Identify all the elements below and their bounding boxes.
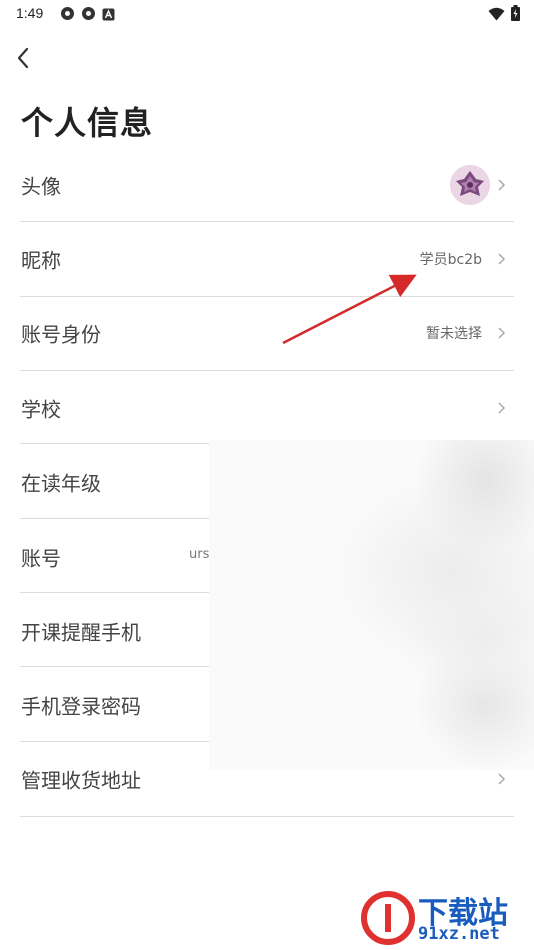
divider xyxy=(20,443,209,444)
blurred-region xyxy=(209,440,534,770)
row-avatar[interactable]: 头像 xyxy=(20,148,514,223)
status-time: 1:49 xyxy=(16,5,44,21)
row-nickname[interactable]: 昵称 学员bc2b xyxy=(20,222,514,297)
divider xyxy=(20,592,209,593)
app-icon-1 xyxy=(60,6,75,21)
page-title: 个人信息 xyxy=(21,104,154,142)
row-account-identity[interactable]: 账号身份 暂未选择 xyxy=(20,297,514,371)
identity-value: 暂未选择 xyxy=(426,326,482,343)
status-left-icons xyxy=(60,6,117,21)
watermark-domain: 91xz.net xyxy=(418,924,500,944)
battery-icon xyxy=(511,5,520,25)
avatar[interactable] xyxy=(450,164,490,205)
chevron-right-icon xyxy=(498,773,506,785)
row-label: 手机登录密码 xyxy=(21,694,141,719)
status-bar: 1:49 xyxy=(0,0,534,28)
row-label: 学校 xyxy=(21,397,61,422)
notification-icon xyxy=(102,6,117,21)
app-icon-2 xyxy=(81,6,96,21)
wifi-icon xyxy=(488,6,505,25)
status-right-icons xyxy=(488,5,520,25)
watermark-logo-icon xyxy=(361,891,415,945)
row-label: 昵称 xyxy=(21,248,61,273)
chevron-right-icon xyxy=(498,327,506,339)
row-school[interactable]: 学校 xyxy=(20,371,514,445)
row-label: 账号身份 xyxy=(21,322,101,347)
row-label: 在读年级 xyxy=(21,471,101,496)
chevron-right-icon xyxy=(498,402,506,414)
divider xyxy=(20,518,209,519)
row-label: 头像 xyxy=(21,174,61,199)
nickname-value: 学员bc2b xyxy=(419,251,482,268)
chevron-right-icon xyxy=(498,179,506,191)
back-button[interactable] xyxy=(12,44,36,72)
row-label: 开课提醒手机 xyxy=(21,620,141,645)
row-label: 管理收货地址 xyxy=(21,768,141,793)
chevron-left-icon xyxy=(17,47,29,69)
divider xyxy=(20,741,209,742)
watermark: 下载站 91xz.net xyxy=(360,888,530,948)
chevron-right-icon xyxy=(498,253,506,265)
divider xyxy=(20,666,209,667)
row-label: 账号 xyxy=(21,546,61,571)
account-value: urs xyxy=(189,547,210,562)
